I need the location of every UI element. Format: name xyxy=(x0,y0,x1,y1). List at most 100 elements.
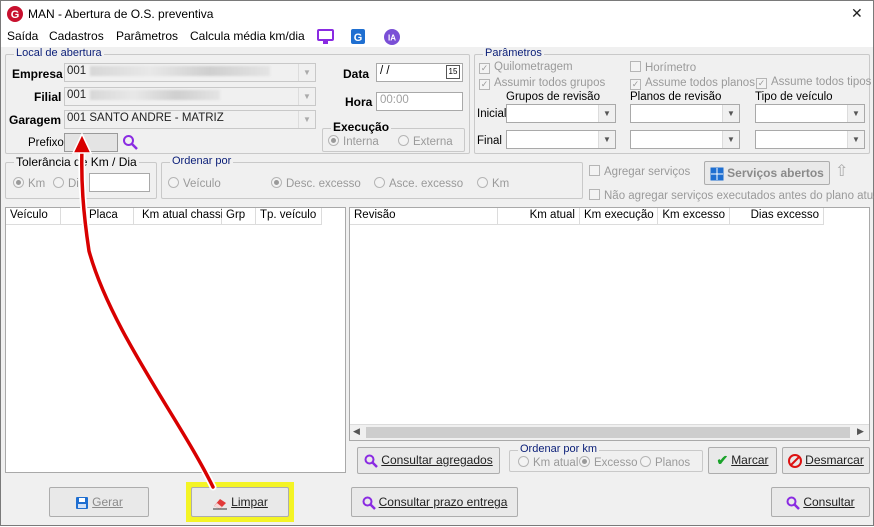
svg-text:G: G xyxy=(11,9,20,21)
ordenar-km-radio[interactable]: Km xyxy=(477,177,509,190)
search-icon xyxy=(362,496,376,510)
table-grid-icon xyxy=(710,167,724,181)
tipo-inicial-combo[interactable]: ▼ xyxy=(755,104,865,123)
col-tp-veiculo[interactable]: Tp. veículo xyxy=(256,208,322,225)
assume-tipos-checkbox[interactable]: ✓ Assume todos tipos xyxy=(756,76,871,89)
garagem-value: 001 SANTO ANDRE - MATRIZ xyxy=(67,112,224,124)
veiculos-table[interactable]: Veículo Placa Km atual chassi Grp Tp. ve… xyxy=(5,207,346,473)
excesso-radio[interactable]: Excesso xyxy=(579,456,637,469)
g-app-icon[interactable]: G xyxy=(350,28,366,45)
chevron-down-icon[interactable]: ▼ xyxy=(847,105,864,122)
menu-saida[interactable]: Saída xyxy=(7,29,38,43)
col-grp[interactable]: Grp xyxy=(222,208,256,225)
planos-final-combo[interactable]: ▼ xyxy=(630,130,740,149)
gerar-button[interactable]: Gerar xyxy=(49,487,149,517)
servicos-abertos-button[interactable]: Serviços abertos xyxy=(704,161,830,185)
tipo-veiculo-header: Tipo de veículo xyxy=(755,91,833,103)
filial-combo[interactable]: 001 ▼ xyxy=(64,87,316,106)
scrollbar-thumb[interactable] xyxy=(366,427,850,438)
col-km-execucao[interactable]: Km execução xyxy=(580,208,658,225)
no-entry-icon xyxy=(788,453,803,468)
consultar-prazo-button[interactable]: Consultar prazo entrega xyxy=(351,487,518,517)
horimetro-checkbox[interactable]: Horímetro xyxy=(630,61,696,74)
revisoes-table[interactable]: Revisão Km atual Km execução Km excesso … xyxy=(349,207,870,441)
empresa-value: 001 xyxy=(67,65,87,77)
search-icon xyxy=(786,496,801,510)
chevron-down-icon[interactable]: ▼ xyxy=(598,105,615,122)
arrow-up-icon[interactable]: ⇧ xyxy=(835,161,848,181)
col-placa[interactable]: Placa xyxy=(61,208,134,225)
consultar-button[interactable]: Consultar xyxy=(771,487,870,517)
parametros-legend: Parâmetros xyxy=(483,47,544,59)
menu-parametros[interactable]: Parâmetros xyxy=(116,29,178,43)
col-dias-excesso[interactable]: Dias excesso xyxy=(730,208,824,225)
filial-blurred-name xyxy=(90,89,221,100)
hora-label: Hora xyxy=(345,95,373,109)
execucao-legend: Execução xyxy=(331,120,392,134)
ordenar-km-legend: Ordenar por km xyxy=(518,443,600,455)
local-abertura-legend: Local de abertura xyxy=(14,47,104,59)
col-km-atual-chassi[interactable]: Km atual chassi xyxy=(134,208,223,225)
planos-inicial-combo[interactable]: ▼ xyxy=(630,104,740,123)
tipo-final-combo[interactable]: ▼ xyxy=(755,130,865,149)
eraser-icon xyxy=(213,498,228,510)
col-km-atual[interactable]: Km atual xyxy=(498,208,580,225)
planos-header: Planos de revisão xyxy=(630,91,722,103)
col-veiculo[interactable]: Veículo xyxy=(6,208,61,225)
km-atual-radio[interactable]: Km atual xyxy=(518,456,578,469)
agregar-servicos-checkbox[interactable]: Agregar serviços xyxy=(589,165,690,178)
search-icon[interactable] xyxy=(122,134,138,150)
planos-radio[interactable]: Planos xyxy=(640,456,690,469)
assumir-grupos-checkbox[interactable]: ✓ Assumir todos grupos xyxy=(479,77,605,90)
chevron-down-icon[interactable]: ▼ xyxy=(298,111,315,128)
col-km-excesso[interactable]: Km excesso xyxy=(658,208,730,225)
chevron-down-icon[interactable]: ▼ xyxy=(298,64,315,81)
empresa-combo[interactable]: 001 ▼ xyxy=(64,63,316,82)
ordenar-asce-radio[interactable]: Asce. excesso xyxy=(374,177,463,190)
garagem-combo[interactable]: 001 SANTO ANDRE - MATRIZ ▼ xyxy=(64,110,316,129)
consultar-agregados-button[interactable]: Consultar agregados xyxy=(357,447,500,474)
ordenar-desc-radio[interactable]: Desc. excesso xyxy=(271,177,361,190)
marcar-button[interactable]: ✔ Marcar xyxy=(708,447,777,474)
grupos-inicial-combo[interactable]: ▼ xyxy=(506,104,616,123)
menu-calcula-media[interactable]: Calcula média km/dia xyxy=(190,29,305,43)
scroll-left-icon[interactable]: ◀ xyxy=(353,426,360,437)
desmarcar-button[interactable]: Desmarcar xyxy=(782,447,870,474)
inicial-label: Inicial xyxy=(477,108,507,120)
hora-input[interactable]: 00:00 xyxy=(376,92,463,111)
search-icon xyxy=(364,454,379,468)
ordenar-group: Ordenar por xyxy=(161,155,583,199)
grupos-header: Grupos de revisão xyxy=(506,91,600,103)
tolerancia-km-radio[interactable]: Km xyxy=(13,177,45,190)
monitor-icon[interactable] xyxy=(317,29,335,45)
menu-cadastros[interactable]: Cadastros xyxy=(49,29,104,43)
chevron-down-icon[interactable]: ▼ xyxy=(598,131,615,148)
close-icon[interactable]: ✕ xyxy=(851,5,863,22)
ordenar-veiculo-radio[interactable]: Veículo xyxy=(168,177,221,190)
calendar-icon[interactable]: 15 xyxy=(446,65,460,79)
col-revisao[interactable]: Revisão xyxy=(350,208,498,225)
tolerancia-input[interactable] xyxy=(89,173,150,192)
assume-planos-checkbox[interactable]: ✓ Assume todos planos xyxy=(630,77,755,90)
horizontal-scrollbar[interactable]: ◀ ▶ xyxy=(350,424,869,440)
svg-text:G: G xyxy=(354,32,363,44)
scroll-right-icon[interactable]: ▶ xyxy=(857,426,864,437)
hora-value: 00:00 xyxy=(380,94,409,106)
prefixo-input[interactable] xyxy=(64,133,118,152)
menu-bar: Saída Cadastros Parâmetros Calcula média… xyxy=(1,27,873,47)
title-bar: G MAN - Abertura de O.S. preventiva ✕ xyxy=(1,1,873,27)
chevron-down-icon[interactable]: ▼ xyxy=(722,105,739,122)
grupos-final-combo[interactable]: ▼ xyxy=(506,130,616,149)
quilometragem-checkbox[interactable]: ✓ Quilometragem xyxy=(479,61,573,74)
limpar-button[interactable]: Limpar xyxy=(191,487,289,517)
nao-agregar-checkbox[interactable]: Não agregar serviços executados antes do… xyxy=(589,189,874,202)
ia-assistant-icon[interactable]: IA xyxy=(383,28,401,46)
tolerancia-dia-radio[interactable]: Dia xyxy=(53,177,85,190)
tolerancia-legend: Tolerância de Km / Dia xyxy=(14,155,139,169)
interna-radio[interactable]: Interna xyxy=(328,135,379,148)
prefixo-label: Prefixo xyxy=(28,137,64,149)
chevron-down-icon[interactable]: ▼ xyxy=(722,131,739,148)
externa-radio[interactable]: Externa xyxy=(398,135,453,148)
chevron-down-icon[interactable]: ▼ xyxy=(847,131,864,148)
chevron-down-icon[interactable]: ▼ xyxy=(298,88,315,105)
